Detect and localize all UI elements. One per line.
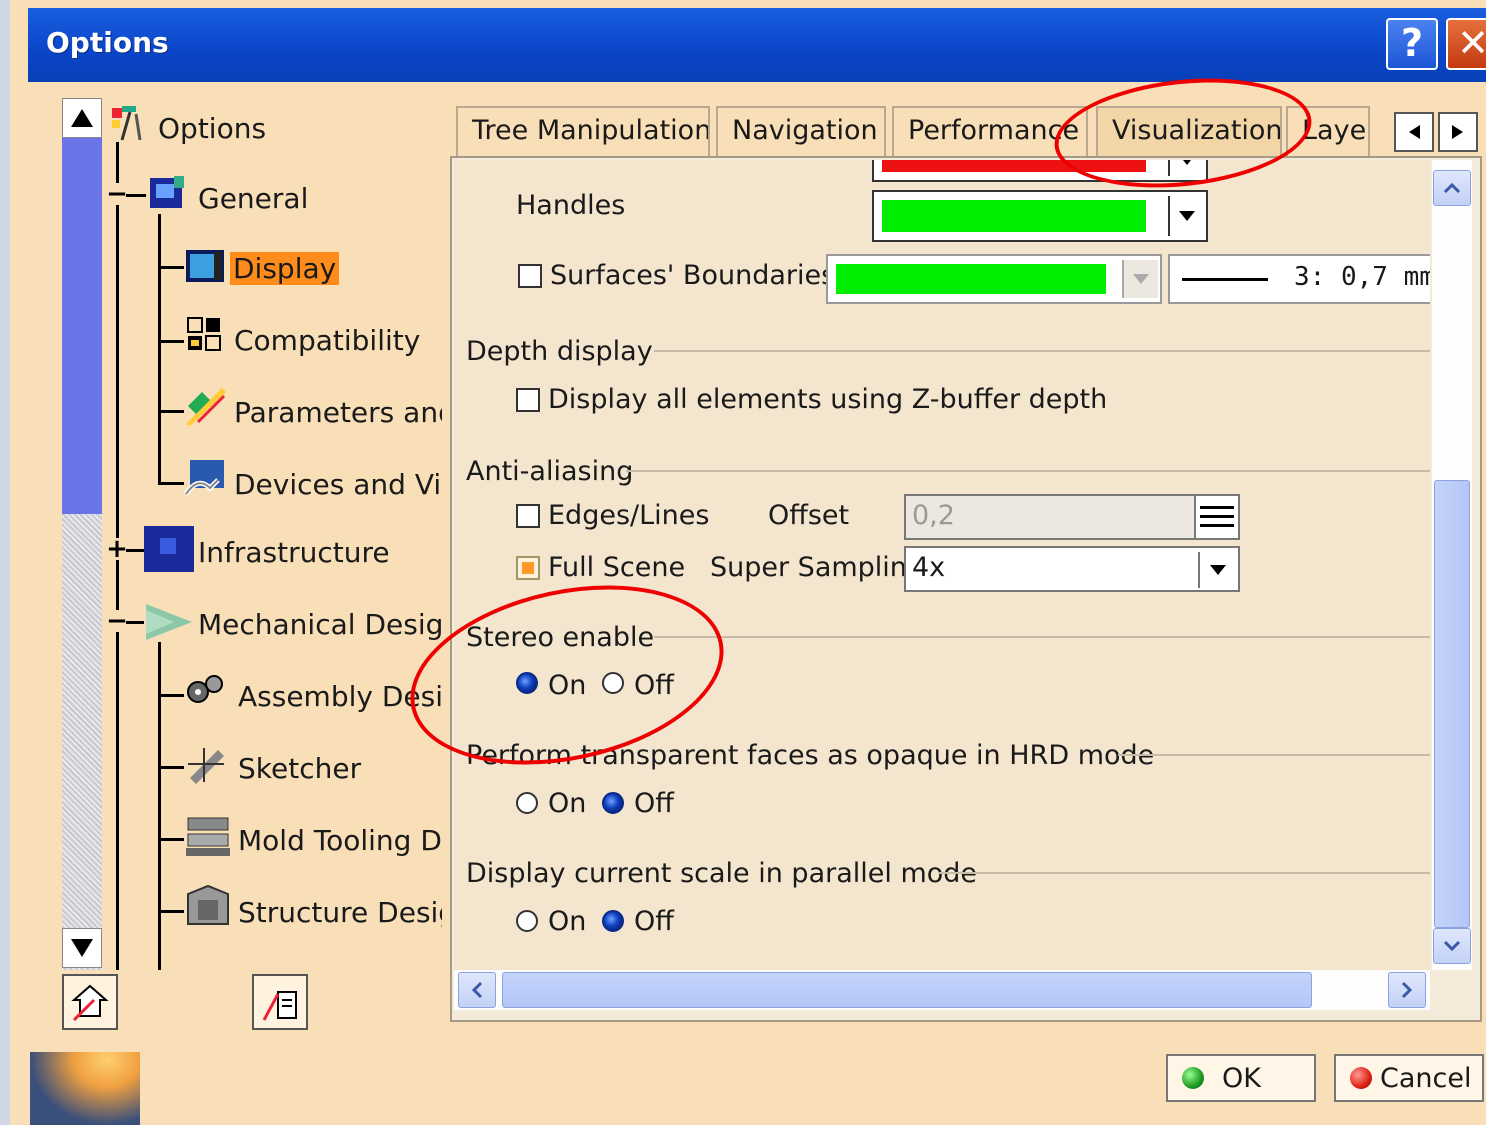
tree-item-compatibility[interactable]: Compatibility [234, 324, 420, 357]
tree-item-display[interactable]: Display [230, 252, 340, 285]
scale-on-label: On [548, 906, 587, 937]
infrastructure-icon [144, 526, 194, 572]
mold-tooling-icon [184, 814, 230, 856]
sketcher-icon [184, 744, 224, 784]
title-bar: Options ? ✕ [28, 8, 1486, 82]
transparent-on-label: On [548, 788, 587, 819]
scale-parallel-title: Display current scale in parallel mode [466, 858, 978, 889]
cancel-label: Cancel [1380, 1062, 1472, 1094]
surfaces-boundaries-label: Surfaces' Boundaries [550, 260, 836, 291]
tab-tree-manipulation[interactable]: Tree Manipulation [456, 106, 710, 156]
collapse-icon[interactable]: − [106, 181, 128, 207]
scroll-right-icon[interactable] [1388, 972, 1426, 1008]
window-title: Options [46, 26, 169, 59]
options-tree: Options − General Display Compatibility … [106, 98, 442, 970]
cancel-red-icon [1350, 1067, 1372, 1089]
tree-item-mold-tooling[interactable]: Mold Tooling De [238, 824, 442, 857]
scroll-down-icon[interactable] [1433, 928, 1471, 964]
horizontal-scroll-thumb[interactable] [502, 972, 1312, 1008]
general-icon [148, 174, 184, 210]
tab-bar: Tree Manipulation Navigation Performance… [450, 100, 1482, 156]
full-scene-label: Full Scene [548, 552, 686, 583]
tab-navigation[interactable]: Navigation [716, 106, 886, 156]
decorative-logo [30, 1052, 140, 1125]
line-thickness-selector[interactable]: 3: 0,7 mm [1168, 254, 1430, 304]
tab-scroll-right-icon[interactable] [1438, 112, 1478, 152]
handles-color-selector[interactable] [872, 190, 1208, 242]
vertical-scrollbar[interactable] [1432, 160, 1472, 970]
ok-green-icon [1182, 1067, 1204, 1089]
dropdown-arrow-icon[interactable] [1122, 260, 1158, 298]
compatibility-icon [186, 316, 222, 352]
mechanical-design-icon [144, 602, 192, 640]
tree-expand-icon[interactable] [252, 974, 308, 1030]
tree-scroll-thumb[interactable] [62, 138, 102, 514]
full-scene-checkbox[interactable] [516, 556, 540, 580]
parameters-icon [184, 386, 226, 426]
scale-on-radio[interactable] [516, 910, 538, 932]
assembly-icon [184, 672, 223, 708]
tree-item-general[interactable]: General [198, 182, 308, 215]
surfaces-boundaries-checkbox[interactable] [518, 264, 542, 288]
scroll-up-arrow-icon[interactable] [62, 98, 102, 138]
super-sampling-select[interactable]: 4x [904, 546, 1240, 592]
horizontal-scrollbar[interactable] [454, 970, 1430, 1010]
tree-item-mechanical-design[interactable]: Mechanical Design [198, 608, 442, 641]
scale-off-label: Off [634, 906, 674, 937]
collapse-icon[interactable]: − [106, 608, 128, 634]
tree-home-icon[interactable] [62, 974, 118, 1030]
ok-label: OK [1222, 1062, 1261, 1094]
handles-label: Handles [516, 190, 626, 221]
display-icon [184, 246, 224, 282]
devices-icon [183, 458, 224, 496]
dropdown-arrow-icon[interactable] [1168, 196, 1204, 236]
zbuffer-label: Display all elements using Z-buffer dept… [548, 384, 1108, 415]
tab-scroll-left-icon[interactable] [1394, 112, 1434, 152]
tree-item-devices[interactable]: Devices and Virtu [234, 468, 442, 501]
scale-off-radio[interactable] [602, 910, 624, 932]
line-sample [1182, 278, 1268, 281]
edges-lines-label: Edges/Lines [548, 500, 710, 531]
offset-label: Offset [768, 500, 850, 531]
line-thickness-value: 3: 0,7 mm [1294, 262, 1430, 292]
ok-button[interactable]: OK [1166, 1054, 1316, 1102]
offset-input[interactable]: 0,2 [904, 494, 1240, 540]
scroll-up-icon[interactable] [1433, 170, 1471, 206]
tree-root-label[interactable]: Options [158, 112, 266, 145]
tree-item-structure[interactable]: Structure Design [238, 896, 442, 929]
transparent-off-label: Off [634, 788, 674, 819]
close-button[interactable]: ✕ [1446, 18, 1486, 70]
options-root-icon [110, 104, 146, 141]
offset-spinner[interactable] [1194, 496, 1238, 538]
tree-scrollbar[interactable] [62, 98, 102, 970]
structure-icon [184, 884, 229, 925]
panel-content: Handles Surfaces' Boundaries 3: 0,7 mm D… [454, 160, 1430, 970]
surfaces-color-selector[interactable] [826, 254, 1162, 304]
dropdown-arrow-icon[interactable] [1198, 552, 1236, 588]
zbuffer-checkbox[interactable] [516, 388, 540, 412]
vertical-scroll-thumb[interactable] [1434, 480, 1470, 928]
scroll-down-arrow-icon[interactable] [62, 928, 102, 968]
tree-item-parameters[interactable]: Parameters and [234, 396, 442, 429]
scroll-left-icon[interactable] [458, 972, 496, 1008]
cancel-button[interactable]: Cancel [1334, 1054, 1484, 1102]
edges-lines-checkbox[interactable] [516, 504, 540, 528]
surfaces-color-swatch [836, 264, 1106, 294]
tree-item-infrastructure[interactable]: Infrastructure [198, 536, 390, 569]
antialiasing-title: Anti-aliasing [466, 456, 634, 487]
help-button[interactable]: ? [1386, 18, 1438, 70]
super-sampling-label: Super Sampling [710, 552, 925, 583]
handles-color-swatch [882, 200, 1146, 232]
depth-display-title: Depth display [466, 336, 653, 367]
transparent-on-radio[interactable] [516, 792, 538, 814]
expand-icon[interactable]: + [106, 536, 128, 562]
transparent-off-radio[interactable] [602, 792, 624, 814]
tree-item-sketcher[interactable]: Sketcher [238, 752, 361, 785]
options-dialog: Options ? ✕ Options − General Display Co… [0, 0, 1486, 1125]
